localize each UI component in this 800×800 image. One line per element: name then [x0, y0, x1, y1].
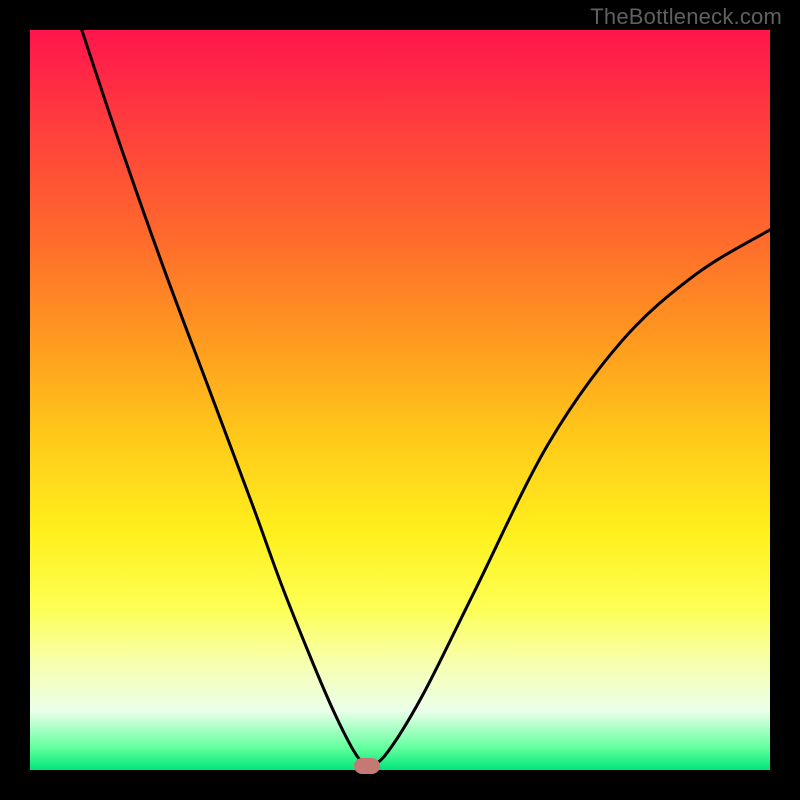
plot-area	[30, 30, 770, 770]
min-marker	[354, 758, 380, 774]
bottleneck-curve	[82, 30, 770, 767]
watermark-label: TheBottleneck.com	[590, 4, 782, 30]
curve-svg	[30, 30, 770, 770]
chart-frame: TheBottleneck.com	[0, 0, 800, 800]
